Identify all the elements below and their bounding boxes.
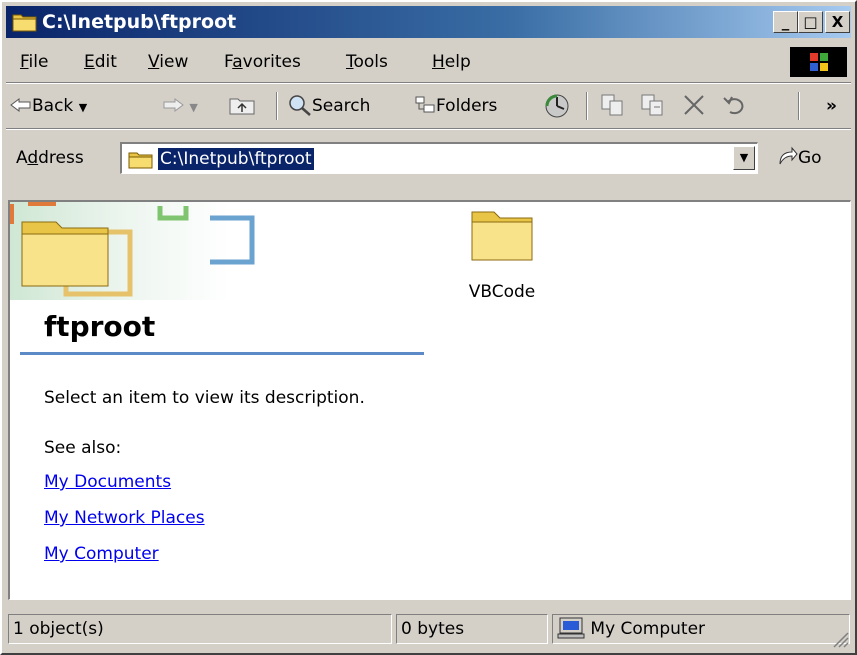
status-bar: 1 object(s) 0 bytes My Computer xyxy=(6,608,851,650)
search-icon xyxy=(289,95,311,116)
minimize-button[interactable]: _ xyxy=(773,11,798,33)
delete-icon xyxy=(684,95,704,115)
history-icon xyxy=(545,94,569,118)
windows-logo-icon xyxy=(790,47,847,77)
move-to-icon xyxy=(601,94,623,116)
resize-grip-icon[interactable] xyxy=(831,630,849,648)
search-button[interactable]: Search xyxy=(288,93,370,119)
copy-to-icon xyxy=(641,94,663,116)
menu-separator xyxy=(6,82,851,84)
folder-icon xyxy=(471,211,533,261)
address-input[interactable]: C:\Inetpub\ftproot ▼ xyxy=(120,142,758,174)
toolbar-overflow-chevron[interactable]: » xyxy=(826,93,837,119)
address-value: C:\Inetpub\ftproot xyxy=(158,148,314,170)
folders-icon xyxy=(415,96,435,113)
menu-bar: File Edit View Favorites Tools Help xyxy=(6,46,851,78)
toolbar-separator-line xyxy=(6,128,851,130)
menu-edit[interactable]: Edit xyxy=(84,51,117,73)
chevron-down-icon: ▼ xyxy=(78,101,88,114)
link-my-computer[interactable]: My Computer xyxy=(44,544,159,564)
link-my-documents[interactable]: My Documents xyxy=(44,472,171,492)
delete-button[interactable] xyxy=(682,93,706,119)
up-folder-icon xyxy=(229,98,255,115)
toolbar: Back ▼ ▼ Search Folders » xyxy=(6,86,851,126)
status-zone: My Computer xyxy=(552,614,850,644)
undo-icon xyxy=(723,96,744,115)
menu-file[interactable]: File xyxy=(20,51,48,73)
title-bar[interactable]: C:\Inetpub\ftproot _ □ X xyxy=(6,6,851,38)
folder-item-vbcode[interactable]: VBCode xyxy=(442,206,562,302)
toolbar-separator xyxy=(276,92,278,120)
menu-favorites[interactable]: Favorites xyxy=(224,51,301,73)
back-button[interactable]: Back ▼ xyxy=(10,93,87,119)
undo-button[interactable] xyxy=(722,93,748,119)
address-bar: Address C:\Inetpub\ftproot ▼ Go xyxy=(6,132,851,194)
status-object-count: 1 object(s) xyxy=(8,614,392,644)
go-arrow-icon xyxy=(779,146,798,165)
explorer-window: C:\Inetpub\ftproot _ □ X File Edit View … xyxy=(0,0,857,655)
folder-banner-graphic xyxy=(10,202,255,300)
forward-arrow-icon xyxy=(163,98,184,112)
window-title: C:\Inetpub\ftproot xyxy=(42,11,237,33)
folder-icon xyxy=(12,14,37,32)
my-computer-icon xyxy=(557,617,585,639)
back-arrow-icon xyxy=(10,98,31,112)
link-my-network-places[interactable]: My Network Places xyxy=(44,508,205,528)
move-to-button[interactable] xyxy=(600,93,626,119)
maximize-button[interactable]: □ xyxy=(798,11,823,33)
content-pane: ftproot Select an item to view its descr… xyxy=(8,200,851,600)
forward-button[interactable]: ▼ xyxy=(162,93,198,119)
folder-title: ftproot xyxy=(44,310,156,343)
status-size: 0 bytes xyxy=(396,614,548,644)
toolbar-separator xyxy=(798,92,800,120)
folder-item-label: VBCode xyxy=(468,282,536,302)
folders-button[interactable]: Folders xyxy=(414,93,497,119)
up-folder-button[interactable] xyxy=(228,93,256,119)
title-underline xyxy=(20,352,424,355)
address-label: Address xyxy=(16,148,84,168)
menu-view[interactable]: View xyxy=(148,51,188,73)
address-dropdown-button[interactable]: ▼ xyxy=(733,146,755,170)
close-button[interactable]: X xyxy=(825,11,850,33)
chevron-down-icon: ▼ xyxy=(739,151,749,164)
folder-icon xyxy=(128,152,153,169)
toolbar-separator xyxy=(586,92,588,120)
see-also-label: See also: xyxy=(44,438,122,458)
history-button[interactable] xyxy=(544,93,570,119)
description-text: Select an item to view its description. xyxy=(44,388,365,408)
copy-to-button[interactable] xyxy=(640,93,666,119)
chevron-down-icon: ▼ xyxy=(189,101,198,114)
menu-help[interactable]: Help xyxy=(432,51,471,73)
menu-tools[interactable]: Tools xyxy=(346,51,388,73)
go-button[interactable]: Go xyxy=(776,144,822,172)
